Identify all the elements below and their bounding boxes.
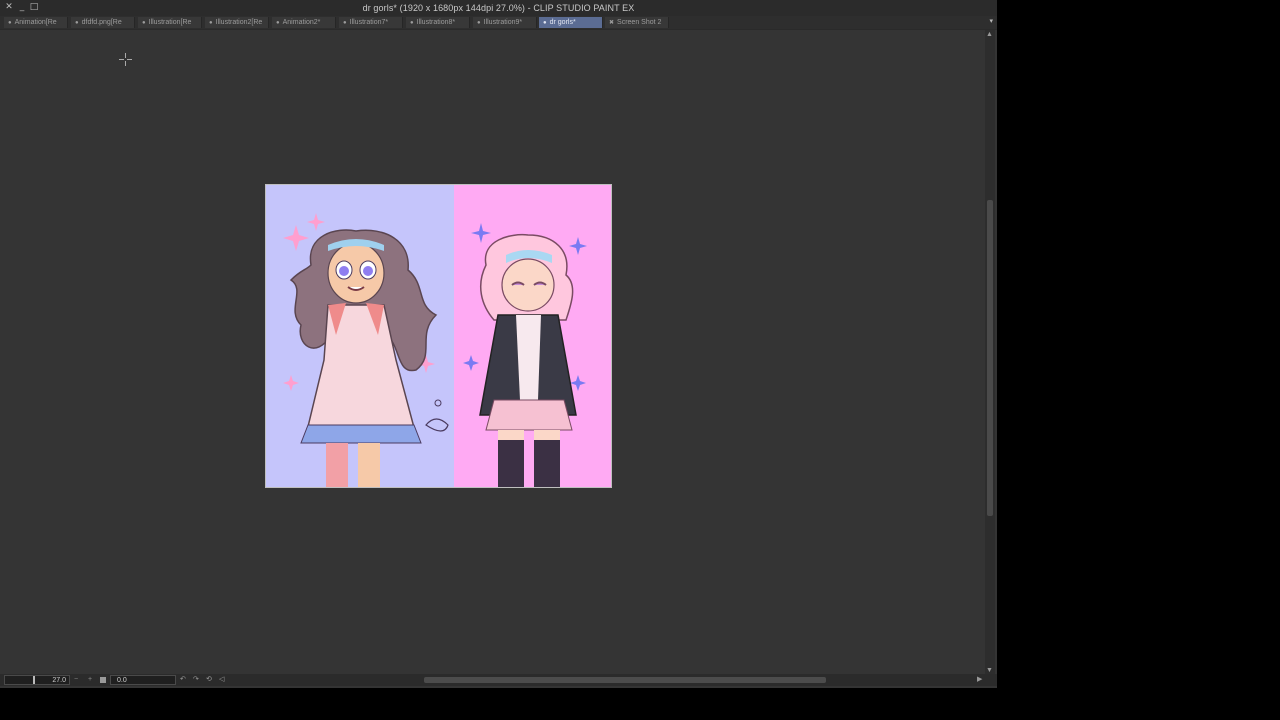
tab-label: Illustration7* — [349, 19, 389, 26]
document-tab[interactable]: ✖ Screen Shot 2 — [605, 17, 669, 28]
tab-close-icon[interactable]: ● — [477, 20, 481, 26]
zoom-value: 27.0 — [52, 677, 66, 684]
reset-rotation-icon[interactable]: ⟲ — [206, 675, 212, 685]
tab-close-icon[interactable]: ● — [543, 20, 547, 26]
document-tab-active[interactable]: ● dr gorls* — [539, 17, 603, 28]
tab-label: Illustration8* — [416, 19, 456, 26]
window-title: dr gorls* (1920 x 1680px 144dpi 27.0%) -… — [362, 3, 635, 13]
tab-close-icon[interactable]: ● — [75, 20, 79, 26]
rotate-right-icon[interactable]: ↷ — [193, 675, 199, 685]
tab-label: dfdfd.png[Re — [81, 19, 122, 26]
document-tab[interactable]: ● Illustration9* — [473, 17, 537, 28]
flip-horizontal-icon[interactable]: ◁ — [219, 675, 224, 685]
app-window: ✕ _ □ dr gorls* (1920 x 1680px 144dpi 27… — [0, 0, 997, 688]
rotate-left-icon[interactable]: ↶ — [180, 675, 186, 685]
divider — [0, 29, 997, 30]
status-bar: 27.0 − + 0.0 ↶ ↷ ⟲ ◁ ▶ — [0, 674, 997, 686]
horizontal-scroll-thumb[interactable] — [424, 677, 826, 683]
illustration-image — [266, 185, 611, 487]
tab-close-icon[interactable]: ✖ — [609, 20, 614, 26]
tab-label: dr gorls* — [549, 19, 576, 26]
vertical-scroll-thumb[interactable] — [987, 200, 993, 516]
zoom-in-icon[interactable]: + — [88, 675, 92, 685]
zoom-level-field[interactable]: 27.0 — [4, 675, 70, 685]
rotation-angle-field[interactable]: 0.0 — [110, 675, 176, 685]
tab-close-icon[interactable]: ● — [410, 20, 414, 26]
document-tab[interactable]: ● Illustration7* — [339, 17, 403, 28]
tab-label: Illustration[Re — [148, 19, 192, 26]
document-tab[interactable]: ● Animation2* — [272, 17, 336, 28]
document-tab[interactable]: ● Illustration[Re — [138, 17, 202, 28]
tab-close-icon[interactable]: ● — [209, 20, 213, 26]
zoom-slider-handle[interactable] — [33, 676, 35, 684]
tab-list-dropdown-icon[interactable]: ▾ — [989, 17, 993, 25]
tab-label: Animation2* — [282, 19, 321, 26]
tab-close-icon[interactable]: ● — [343, 20, 347, 26]
crosshair-cursor-icon — [119, 53, 132, 66]
scroll-down-icon[interactable]: ▼ — [986, 667, 993, 674]
tab-close-icon[interactable]: ● — [276, 20, 280, 26]
canvas-artwork[interactable] — [265, 184, 612, 488]
tab-label: Animation[Re — [14, 19, 57, 26]
rotation-value: 0.0 — [117, 677, 127, 684]
tab-label: Screen Shot 2 — [617, 19, 662, 26]
document-tab[interactable]: ● dfdfd.png[Re — [71, 17, 135, 28]
document-tab[interactable]: ● Illustration8* — [406, 17, 470, 28]
tab-close-icon[interactable]: ● — [142, 20, 146, 26]
scroll-right-icon[interactable]: ▶ — [977, 675, 982, 685]
scroll-up-icon[interactable]: ▲ — [986, 31, 993, 38]
fit-to-window-icon[interactable] — [100, 677, 106, 683]
tab-close-icon[interactable]: ● — [8, 20, 12, 26]
document-tab[interactable]: ● Animation[Re — [4, 17, 68, 28]
zoom-out-icon[interactable]: − — [74, 675, 78, 685]
title-bar: ✕ _ □ dr gorls* (1920 x 1680px 144dpi 27… — [0, 0, 997, 16]
tab-label: Illustration9* — [483, 19, 523, 26]
document-tab-bar: ● Animation[Re ● dfdfd.png[Re ● Illustratio… — [0, 16, 997, 29]
tab-label: Illustration2[Re — [215, 19, 263, 26]
vertical-scrollbar[interactable]: ▲ ▼ — [985, 30, 995, 676]
document-tab[interactable]: ● Illustration2[Re — [205, 17, 269, 28]
